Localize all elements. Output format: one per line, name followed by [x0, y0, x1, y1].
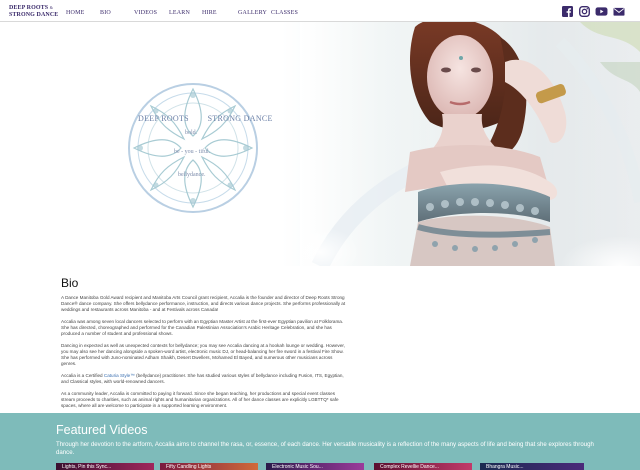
nav-videos[interactable]: VIDEOS [134, 10, 157, 16]
bio-section: Bio A Dance Manitoba Gold Award recipien… [61, 276, 346, 415]
video-thumbnail[interactable]: Fifty Candling Lights [160, 463, 258, 470]
nav-gallery[interactable]: GALLERY [238, 10, 267, 16]
bio-paragraph-2: Accalia was among seven local dancers se… [61, 319, 344, 336]
bio-paragraph-4: Accalia is a Certified Caturia Style™ (b… [61, 373, 344, 384]
dancer-photo [300, 22, 640, 266]
email-icon[interactable] [613, 6, 625, 17]
video-thumbnail[interactable]: Complex Revellie Dance... [374, 463, 472, 470]
facebook-icon[interactable] [562, 6, 573, 17]
bio-heading: Bio [61, 276, 79, 290]
brand-logo[interactable]: DEEP ROOTS & STRONG DANCE [9, 5, 58, 18]
seal-word-bold: bold. [185, 130, 198, 136]
nav-home[interactable]: HOME [66, 10, 84, 16]
video-thumbnail[interactable]: Lights, Pin this Sync... [56, 463, 154, 470]
nav-hire[interactable]: HIRE [202, 10, 217, 16]
bio-paragraph-1: A Dance Manitoba Gold Award recipient an… [61, 295, 346, 312]
seal-title: DEEP ROOTS STRONG DANCE [138, 114, 273, 123]
featured-description: Through her devotion to the artform, Acc… [56, 441, 594, 456]
instagram-icon[interactable] [579, 6, 590, 17]
hero-banner: DEEP ROOTS STRONG DANCE bold. be - you -… [0, 22, 640, 266]
seal-word-bellydance: bellydance. [178, 172, 206, 178]
video-thumbnail[interactable]: Bhangra Music... [480, 463, 584, 470]
bio-paragraph-3: Dancing in expected as well as unexpecte… [61, 343, 345, 366]
featured-videos-section: Featured Videos Through her devotion to … [0, 413, 640, 470]
seal-word-beautiful: be - you - tiful. [174, 149, 211, 155]
nav-learn[interactable]: LEARN [169, 10, 190, 16]
nav-classes[interactable]: CLASSES [271, 10, 298, 16]
featured-heading: Featured Videos [56, 423, 148, 437]
bio-paragraph-5: As a community leader, Accalia is commit… [61, 391, 339, 408]
mandala-seal [128, 83, 258, 213]
caturia-style-link[interactable]: Caturia Style™ [104, 373, 135, 378]
top-nav: DEEP ROOTS & STRONG DANCE HOME BIO VIDEO… [0, 0, 640, 22]
video-thumbnail[interactable]: Electronic Music Sou... [266, 463, 364, 470]
youtube-icon[interactable] [595, 6, 608, 17]
nav-bio[interactable]: BIO [100, 10, 111, 16]
